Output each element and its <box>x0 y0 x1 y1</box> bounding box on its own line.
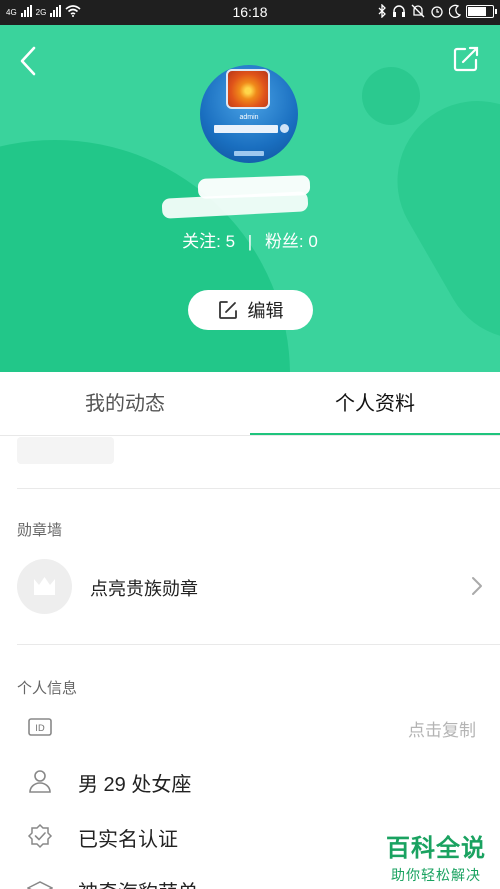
id-row: ID 点击复制 <box>0 704 500 748</box>
content-placeholder <box>17 437 114 464</box>
avatar-arrow-graphic <box>280 124 289 133</box>
personal-info-title: 个人信息 <box>17 680 78 697</box>
tab-profile-info[interactable]: 个人资料 <box>250 372 500 436</box>
edit-button-label: 编辑 <box>247 301 284 321</box>
fans-count[interactable]: 0 <box>308 232 317 251</box>
mute-bell-icon <box>411 4 425 18</box>
avatar-field-graphic <box>214 125 278 133</box>
follow-stats: 关注: 5 | 粉丝: 0 <box>0 227 500 252</box>
partial-row-text: 神奇海豹萌单 <box>78 876 198 889</box>
id-card-icon: ID <box>28 718 52 736</box>
stats-separator: | <box>247 232 253 251</box>
gender-age-zodiac-text: 男 29 处女座 <box>78 774 192 796</box>
headset-icon <box>393 5 405 17</box>
alarm-icon <box>431 6 443 18</box>
edit-pencil-icon <box>218 301 237 319</box>
following-label: 关注: <box>182 232 221 251</box>
avatar[interactable]: admin <box>200 65 298 163</box>
bluetooth-icon <box>378 4 386 18</box>
graduation-icon <box>27 881 53 889</box>
person-icon <box>29 770 51 793</box>
watermark: 百科全说 助你轻松解决 <box>386 828 486 885</box>
chevron-right-icon <box>472 577 482 595</box>
following-count[interactable]: 5 <box>226 232 235 251</box>
nickname-redacted <box>160 175 320 221</box>
id-icon-text: ID <box>35 724 45 734</box>
status-icons <box>377 4 497 18</box>
badge-avatar <box>17 559 72 614</box>
share-edit-icon[interactable] <box>452 45 480 73</box>
fans-label: 粉丝: <box>264 232 304 251</box>
profile-header: admin 关注: 5 | 粉丝: 0 编辑 <box>0 25 500 372</box>
verified-text: 已实名认证 <box>78 829 178 851</box>
decor-circle <box>362 67 420 125</box>
badge-row[interactable]: 点亮贵族勋章 <box>0 556 500 616</box>
back-icon[interactable] <box>16 45 44 77</box>
battery-icon <box>466 4 497 18</box>
tab-my-posts[interactable]: 我的动态 <box>0 372 250 436</box>
edit-profile-button[interactable]: 编辑 <box>188 290 313 330</box>
divider <box>17 644 500 645</box>
avatar-username-text: admin <box>239 114 259 121</box>
divider <box>17 488 500 489</box>
watermark-subtitle: 助你轻松解决 <box>391 867 481 883</box>
badge-item-label: 点亮贵族勋章 <box>90 579 198 599</box>
badge-wall-title: 勋章墙 <box>17 522 63 539</box>
avatar-bar-graphic <box>234 151 264 156</box>
verified-badge-icon <box>27 823 53 849</box>
avatar-flower-image <box>226 69 270 109</box>
crown-icon <box>34 577 55 595</box>
watermark-title: 百科全说 <box>386 835 486 862</box>
moon-icon <box>449 4 461 18</box>
redaction-stroke <box>161 191 309 219</box>
copy-id-link[interactable]: 点击复制 <box>408 716 476 741</box>
status-bar: 4G 2G 16:18 <box>0 0 500 25</box>
tabs-divider <box>0 435 500 436</box>
gender-age-row: 男 29 处女座 <box>0 758 500 802</box>
profile-tabs: 我的动态 个人资料 <box>0 372 500 436</box>
